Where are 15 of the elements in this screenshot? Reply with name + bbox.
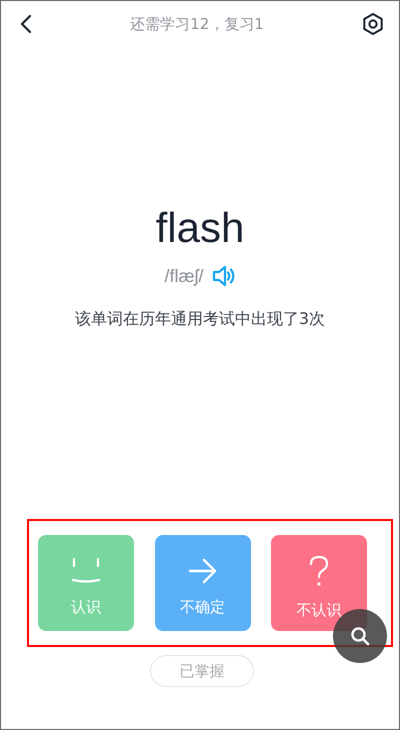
answer-button[interactable]: 认识 — [38, 535, 134, 631]
speaker-icon[interactable] — [212, 265, 236, 287]
phonetic-text: /flæʃ/ — [164, 266, 204, 286]
search-icon — [350, 626, 370, 646]
progress-title: 还需学习12，复习1 — [130, 14, 264, 34]
question-icon — [308, 554, 330, 586]
word-text: flash — [156, 203, 244, 253]
mastered-button[interactable]: 已掌握 — [150, 655, 254, 687]
back-icon[interactable] — [19, 14, 33, 34]
smile-icon — [70, 558, 102, 584]
answer-button[interactable]: 不确定 — [154, 535, 250, 631]
arrow-icon — [188, 558, 218, 584]
answer-button[interactable]: 不认识 — [271, 535, 367, 631]
occurrence-note: 该单词在历年通用考试中出现了3次 — [74, 309, 326, 330]
settings-icon[interactable] — [360, 12, 385, 36]
